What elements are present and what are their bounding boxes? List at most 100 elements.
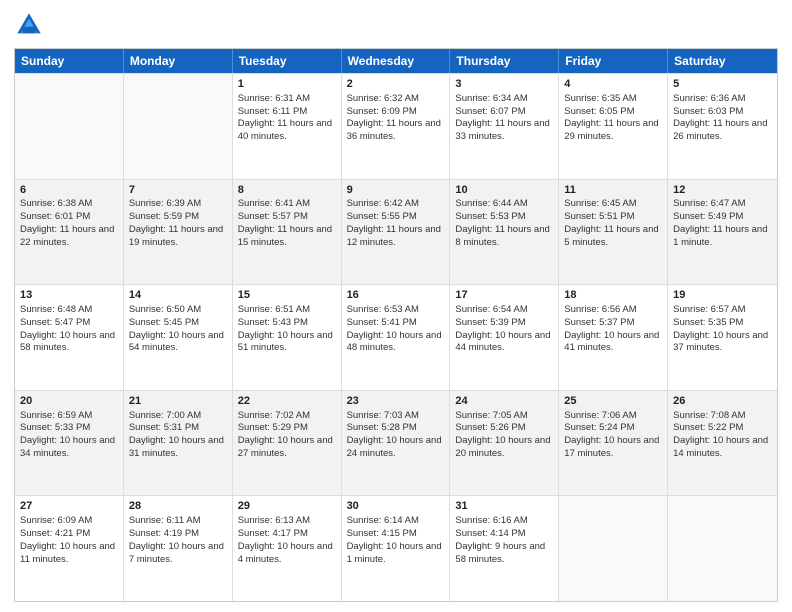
sunrise: Sunrise: 6:32 AM — [347, 93, 419, 104]
daylight: Daylight: 10 hours and 58 minutes. — [20, 330, 115, 354]
day-number: 22 — [238, 394, 336, 409]
cal-cell — [124, 74, 233, 179]
cal-cell: 11Sunrise: 6:45 AMSunset: 5:51 PMDayligh… — [559, 180, 668, 285]
sunset: Sunset: 5:35 PM — [673, 317, 743, 328]
daylight: Daylight: 10 hours and 27 minutes. — [238, 435, 333, 459]
cal-cell: 30Sunrise: 6:14 AMSunset: 4:15 PMDayligh… — [342, 496, 451, 601]
sunset: Sunset: 5:33 PM — [20, 422, 90, 433]
sunrise: Sunrise: 6:53 AM — [347, 304, 419, 315]
sunset: Sunset: 5:24 PM — [564, 422, 634, 433]
sunset: Sunset: 4:21 PM — [20, 528, 90, 539]
sunrise: Sunrise: 6:36 AM — [673, 93, 745, 104]
sunset: Sunset: 5:29 PM — [238, 422, 308, 433]
daylight: Daylight: 10 hours and 20 minutes. — [455, 435, 550, 459]
cal-header-cell: Sunday — [15, 49, 124, 73]
daylight: Daylight: 11 hours and 8 minutes. — [455, 224, 549, 248]
sunrise: Sunrise: 6:16 AM — [455, 515, 527, 526]
daylight: Daylight: 11 hours and 36 minutes. — [347, 118, 441, 142]
sunrise: Sunrise: 6:34 AM — [455, 93, 527, 104]
day-number: 12 — [673, 183, 772, 198]
sunrise: Sunrise: 7:08 AM — [673, 410, 745, 421]
daylight: Daylight: 10 hours and 31 minutes. — [129, 435, 224, 459]
cal-cell: 22Sunrise: 7:02 AMSunset: 5:29 PMDayligh… — [233, 391, 342, 496]
sunrise: Sunrise: 6:13 AM — [238, 515, 310, 526]
daylight: Daylight: 11 hours and 1 minute. — [673, 224, 767, 248]
sunrise: Sunrise: 6:45 AM — [564, 198, 636, 209]
cal-week: 27Sunrise: 6:09 AMSunset: 4:21 PMDayligh… — [15, 495, 777, 601]
sunset: Sunset: 5:57 PM — [238, 211, 308, 222]
logo — [14, 10, 48, 40]
day-number: 10 — [455, 183, 553, 198]
daylight: Daylight: 11 hours and 33 minutes. — [455, 118, 549, 142]
daylight: Daylight: 10 hours and 48 minutes. — [347, 330, 442, 354]
cal-cell: 15Sunrise: 6:51 AMSunset: 5:43 PMDayligh… — [233, 285, 342, 390]
cal-cell: 9Sunrise: 6:42 AMSunset: 5:55 PMDaylight… — [342, 180, 451, 285]
cal-cell: 14Sunrise: 6:50 AMSunset: 5:45 PMDayligh… — [124, 285, 233, 390]
daylight: Daylight: 10 hours and 17 minutes. — [564, 435, 659, 459]
sunset: Sunset: 5:28 PM — [347, 422, 417, 433]
cal-cell: 4Sunrise: 6:35 AMSunset: 6:05 PMDaylight… — [559, 74, 668, 179]
calendar-body: 1Sunrise: 6:31 AMSunset: 6:11 PMDaylight… — [15, 73, 777, 601]
cal-cell: 10Sunrise: 6:44 AMSunset: 5:53 PMDayligh… — [450, 180, 559, 285]
sunrise: Sunrise: 6:51 AM — [238, 304, 310, 315]
day-number: 2 — [347, 77, 445, 92]
sunrise: Sunrise: 7:03 AM — [347, 410, 419, 421]
day-number: 13 — [20, 288, 118, 303]
day-number: 1 — [238, 77, 336, 92]
cal-cell: 29Sunrise: 6:13 AMSunset: 4:17 PMDayligh… — [233, 496, 342, 601]
cal-cell: 1Sunrise: 6:31 AMSunset: 6:11 PMDaylight… — [233, 74, 342, 179]
sunset: Sunset: 5:39 PM — [455, 317, 525, 328]
daylight: Daylight: 10 hours and 44 minutes. — [455, 330, 550, 354]
sunrise: Sunrise: 6:14 AM — [347, 515, 419, 526]
daylight: Daylight: 10 hours and 7 minutes. — [129, 541, 224, 565]
sunrise: Sunrise: 6:50 AM — [129, 304, 201, 315]
day-number: 26 — [673, 394, 772, 409]
sunset: Sunset: 6:09 PM — [347, 106, 417, 117]
sunrise: Sunrise: 7:06 AM — [564, 410, 636, 421]
cal-header-cell: Wednesday — [342, 49, 451, 73]
daylight: Daylight: 10 hours and 41 minutes. — [564, 330, 659, 354]
sunset: Sunset: 5:51 PM — [564, 211, 634, 222]
day-number: 6 — [20, 183, 118, 198]
day-number: 14 — [129, 288, 227, 303]
sunrise: Sunrise: 6:42 AM — [347, 198, 419, 209]
cal-cell: 3Sunrise: 6:34 AMSunset: 6:07 PMDaylight… — [450, 74, 559, 179]
cal-cell: 24Sunrise: 7:05 AMSunset: 5:26 PMDayligh… — [450, 391, 559, 496]
daylight: Daylight: 11 hours and 29 minutes. — [564, 118, 658, 142]
cal-header-cell: Friday — [559, 49, 668, 73]
sunset: Sunset: 5:47 PM — [20, 317, 90, 328]
daylight: Daylight: 10 hours and 51 minutes. — [238, 330, 333, 354]
cal-week: 13Sunrise: 6:48 AM Sunset: 5:47 PM Dayligh… — [15, 284, 777, 390]
cal-cell — [15, 74, 124, 179]
sunset: Sunset: 4:17 PM — [238, 528, 308, 539]
daylight: Daylight: 11 hours and 22 minutes. — [20, 224, 114, 248]
sunset: Sunset: 5:49 PM — [673, 211, 743, 222]
daylight: Daylight: 10 hours and 11 minutes. — [20, 541, 115, 565]
logo-icon — [14, 10, 44, 40]
sunset: Sunset: 5:22 PM — [673, 422, 743, 433]
cal-header-cell: Monday — [124, 49, 233, 73]
day-number: 18 — [564, 288, 662, 303]
sunset: Sunset: 6:03 PM — [673, 106, 743, 117]
sunset: Sunset: 4:14 PM — [455, 528, 525, 539]
sunset: Sunset: 6:05 PM — [564, 106, 634, 117]
cal-cell: 6Sunrise: 6:38 AM Sunset: 6:01 PM Daylight… — [15, 180, 124, 285]
day-number: 11 — [564, 183, 662, 198]
day-number: 30 — [347, 499, 445, 514]
sunrise: Sunrise: 6:48 AM — [20, 304, 92, 315]
sunrise: Sunrise: 6:54 AM — [455, 304, 527, 315]
sunset: Sunset: 5:45 PM — [129, 317, 199, 328]
day-number: 3 — [455, 77, 553, 92]
day-number: 25 — [564, 394, 662, 409]
day-number: 9 — [347, 183, 445, 198]
day-number: 23 — [347, 394, 445, 409]
cal-cell: 18Sunrise: 6:56 AMSunset: 5:37 PMDayligh… — [559, 285, 668, 390]
cal-cell: 16Sunrise: 6:53 AMSunset: 5:41 PMDayligh… — [342, 285, 451, 390]
cal-cell — [559, 496, 668, 601]
day-number: 17 — [455, 288, 553, 303]
sunrise: Sunrise: 6:44 AM — [455, 198, 527, 209]
sunset: Sunset: 6:01 PM — [20, 211, 90, 222]
cal-cell: 25Sunrise: 7:06 AMSunset: 5:24 PM Dayligh… — [559, 391, 668, 496]
sunrise: Sunrise: 6:38 AM — [20, 198, 92, 209]
sunrise: Sunrise: 6:35 AM — [564, 93, 636, 104]
